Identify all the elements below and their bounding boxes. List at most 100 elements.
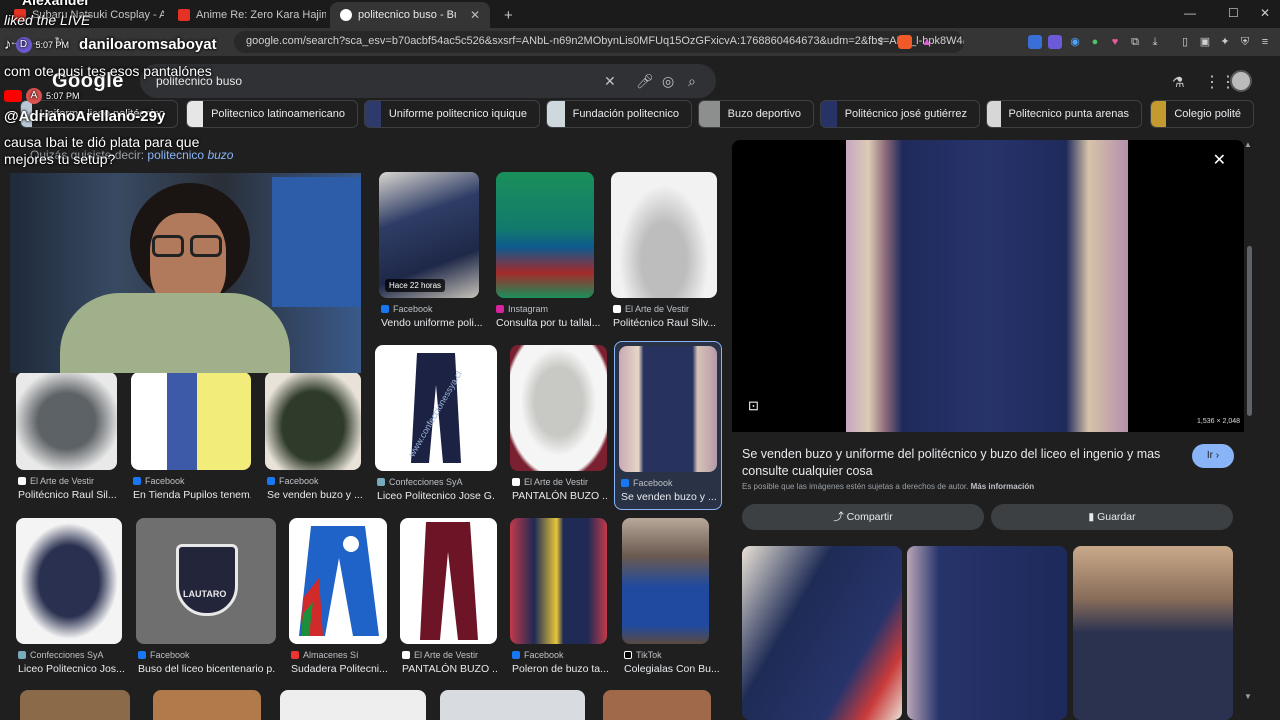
result-image-partial[interactable] [280,690,426,720]
vpn-icon[interactable]: ⛨ [1238,35,1252,49]
tab-title: Anime Re: Zero Kara Hajimeru Isekai [196,9,326,21]
result-image[interactable] [510,345,607,471]
result-image[interactable] [289,518,387,644]
result-image[interactable]: Hace 22 horas [379,172,479,298]
result-image[interactable] [496,172,594,298]
brave-shield-icon[interactable] [898,35,912,49]
lens-icon[interactable]: ⊡ [748,398,759,414]
chip-fundacion-politecnico[interactable]: Fundación politecnico [546,100,692,128]
result-title[interactable]: Sudadera Politecni... [291,663,389,675]
share-label: Compartir [846,511,893,523]
ai-icon[interactable]: ✦ [1218,35,1232,49]
result-image-partial[interactable] [153,690,261,720]
maximize-icon[interactable]: ☐ [1228,6,1239,20]
related-image[interactable] [1073,546,1233,720]
result-title[interactable]: Politécnico Raul Silv... [613,317,731,329]
preview-title[interactable]: Se venden buzo y uniforme del politécnic… [742,446,1162,480]
result-title[interactable]: Liceo Politecnico Jose G... [377,490,495,502]
related-image[interactable] [907,546,1067,720]
account-avatar[interactable] [1230,70,1252,92]
close-tab-icon[interactable]: ✕ [470,8,480,22]
extension-icon[interactable] [1048,35,1062,49]
visit-button[interactable]: Ir › [1192,444,1234,468]
result-image[interactable] [400,518,497,644]
chip-buzo-deportivo[interactable]: Buzo deportivo [698,100,814,128]
chip-colegio-politecnico[interactable]: Colegio polité [1150,100,1254,128]
result-title[interactable]: Liceo Politecnico Jos... [18,663,136,675]
share-button[interactable]: ⤴ Compartir [742,504,984,530]
result-card-selected[interactable]: Facebook Se venden buzo y ... [614,341,722,510]
result-title[interactable]: Buso del liceo bicentenario p... [138,663,276,675]
extensions-puzzle-icon[interactable]: ⧉ [1128,35,1142,49]
result-title[interactable]: Colegialas Con Bu... [624,663,720,675]
tab-google-search[interactable]: politecnico buso - Buscar con Goo ✕ [330,2,490,28]
scrollbar-thumb[interactable] [1247,246,1252,416]
result-image[interactable] [622,518,709,644]
result-title[interactable]: Politécnico Raul Sil... [18,489,118,501]
result-image[interactable]: www.confeccionessya.cl [375,345,497,471]
result-image[interactable] [510,518,607,644]
webcam-person-shirt [60,293,290,373]
close-window-icon[interactable]: ✕ [1260,6,1270,20]
result-image-partial[interactable] [603,690,711,720]
search-bar: ✕ 🎤︎ ◎ ⌕ [140,64,716,98]
result-title[interactable]: Se venden buzo y ... [621,491,717,503]
glasses-right [190,235,222,257]
scroll-up-icon[interactable]: ▲ [1244,140,1252,149]
chip-label: Politecnico punta arenas [1008,108,1129,120]
result-source: Almacenes Sí [291,650,359,660]
tab-anime[interactable]: Anime Re: Zero Kara Hajimeru Isekai [168,2,326,28]
scroll-down-icon[interactable]: ▼ [1244,692,1252,701]
result-image[interactable] [619,346,717,472]
result-image[interactable] [131,372,251,470]
result-image-partial[interactable] [440,690,585,720]
image-dimensions: 1,536 × 2,048 [1196,418,1240,425]
sidebar-icon[interactable]: ▯ [1178,35,1192,49]
result-title[interactable]: Poleron de buzo ta... [512,663,608,675]
save-button[interactable]: ▮ Guardar [991,504,1233,530]
voice-search-icon[interactable]: 🎤︎ [636,73,654,90]
result-image[interactable]: LAUTARO [136,518,276,644]
result-title[interactable]: Se venden buzo y ... [267,489,363,501]
site-icon [613,305,621,313]
minimize-icon[interactable]: — [1184,6,1196,20]
menu-icon[interactable]: ≡ [1258,35,1272,49]
overlay-comment1-header: ♪ D 5:07 PM daniloaromsaboyat [4,36,217,53]
chip-politecnico-punta-arenas[interactable]: Politecnico punta arenas [986,100,1142,128]
search-input[interactable] [156,74,576,88]
rewards-icon[interactable]: ▲ [920,35,934,49]
result-image[interactable] [16,518,122,644]
wallet-icon[interactable]: ▣ [1198,35,1212,49]
result-title[interactable]: Vendo uniforme poli... [381,317,499,329]
clear-search-icon[interactable]: ✕ [604,73,616,90]
close-preview-icon[interactable]: ✕ [1213,150,1226,170]
result-title[interactable]: Consulta por tu tallal... [496,317,614,329]
result-image[interactable] [265,372,361,470]
chip-thumbnail [1151,101,1167,127]
overlay-liked-text: liked the LIVE [4,12,91,28]
result-image[interactable] [611,172,717,298]
chip-politecnico-jose-gutierrez[interactable]: Politécnico josé gutiérrez [820,100,980,128]
address-bar[interactable]: google.com/search?sca_esv=b70acbf54ac5c5… [234,31,964,53]
lens-search-icon[interactable]: ◎ [662,73,674,90]
result-title[interactable]: En Tienda Pupilos tenem... [133,489,251,501]
result-image-partial[interactable] [20,690,130,720]
chip-politecnico-latinoamericano[interactable]: Politecnico latinoamericano [186,100,358,128]
preview-image[interactable] [732,140,1244,432]
more-info-link[interactable]: Más información [971,482,1035,491]
related-image[interactable] [742,546,902,720]
download-icon[interactable]: ⤓ [1148,35,1162,49]
extension-translate-icon[interactable] [1028,35,1042,49]
labs-flask-icon[interactable]: ⚗ [1172,74,1185,91]
result-title[interactable]: PANTALÓN BUZO ... [402,663,498,675]
share-icon[interactable]: ⇪ [874,35,888,49]
extension-audio-icon[interactable]: ◉ [1068,35,1082,49]
result-title[interactable]: PANTALÓN BUZO ... [512,490,608,502]
facebook-icon [138,651,146,659]
search-icon[interactable]: ⌕ [688,73,696,90]
new-tab-button[interactable]: + [494,2,520,28]
extension-heart-icon[interactable]: ♥ [1108,35,1122,49]
extension-leaf-icon[interactable]: ● [1088,35,1102,49]
chip-uniforme-iquique[interactable]: Uniforme politecnico iquique [364,100,540,128]
result-image[interactable] [16,372,117,470]
